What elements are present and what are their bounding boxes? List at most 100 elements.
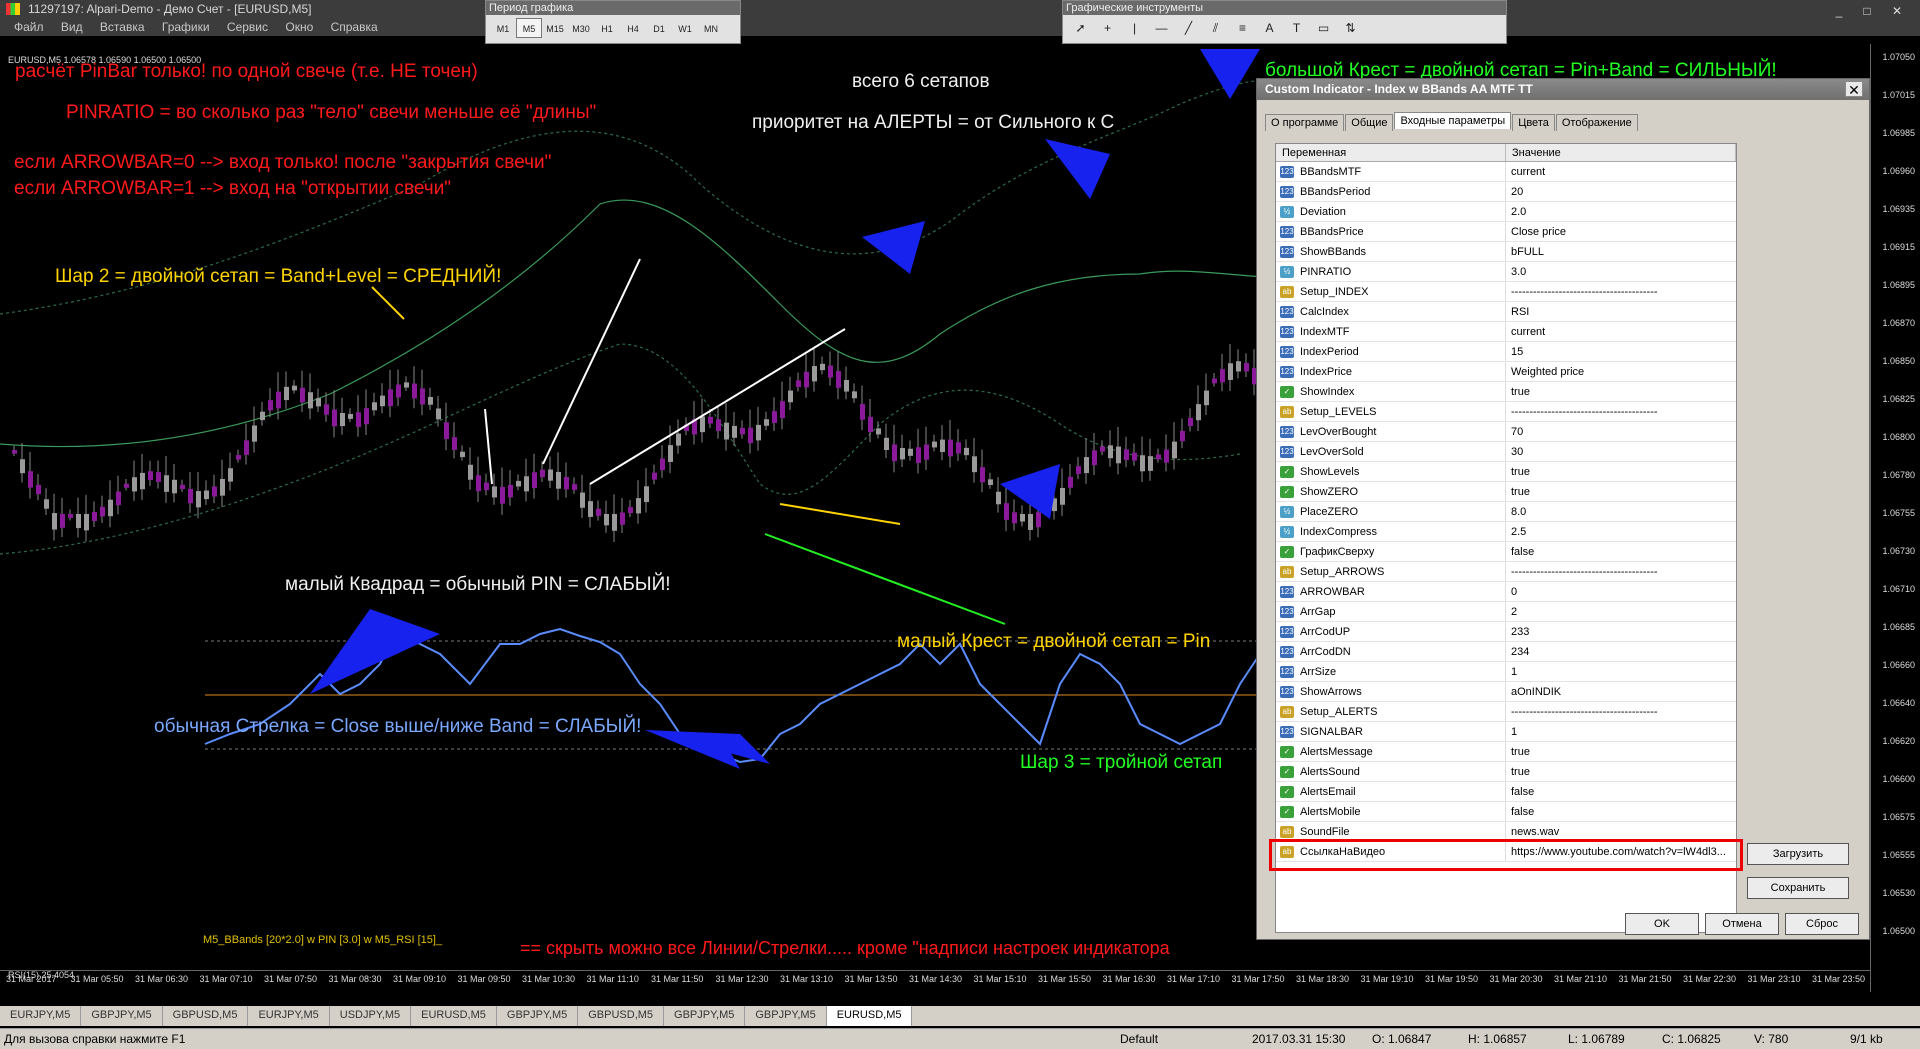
chart-tab[interactable]: EURJPY,M5: [0, 1006, 82, 1026]
crosshair-icon[interactable]: +: [1094, 18, 1121, 38]
param-row[interactable]: ab Setup_INDEX ---------------------------…: [1276, 282, 1736, 302]
menu-file[interactable]: Файл: [14, 20, 44, 34]
param-row[interactable]: 123 LevOverBought 70: [1276, 422, 1736, 442]
param-value[interactable]: bFULL: [1506, 242, 1736, 261]
param-value[interactable]: RSI: [1506, 302, 1736, 321]
param-value[interactable]: ----------------------------------------: [1506, 562, 1736, 581]
param-row[interactable]: 123 ArrCodDN 234: [1276, 642, 1736, 662]
close-icon[interactable]: ✕: [1886, 4, 1908, 18]
vline-icon[interactable]: |: [1121, 18, 1148, 38]
param-value[interactable]: 30: [1506, 442, 1736, 461]
param-value[interactable]: ----------------------------------------: [1506, 402, 1736, 421]
param-value[interactable]: true: [1506, 462, 1736, 481]
param-row[interactable]: 123 ShowArrows aOnINDIK: [1276, 682, 1736, 702]
chart-tab[interactable]: GBPJPY,M5: [497, 1006, 579, 1026]
param-row[interactable]: ✓ AlertsSound true: [1276, 762, 1736, 782]
param-value[interactable]: false: [1506, 542, 1736, 561]
param-row[interactable]: ½ PINRATIO 3.0: [1276, 262, 1736, 282]
param-value[interactable]: 8.0: [1506, 502, 1736, 521]
param-row[interactable]: ✓ ShowZERO true: [1276, 482, 1736, 502]
param-value[interactable]: true: [1506, 762, 1736, 781]
param-row[interactable]: ab Setup_ARROWS --------------------------…: [1276, 562, 1736, 582]
param-row[interactable]: ✓ ГрафикСверху false: [1276, 542, 1736, 562]
param-row[interactable]: 123 IndexMTF current: [1276, 322, 1736, 342]
tab-colors[interactable]: Цвета: [1512, 114, 1555, 131]
arrow-icon[interactable]: ⇅: [1337, 18, 1364, 38]
period-h4-button[interactable]: H4: [620, 18, 646, 38]
param-value[interactable]: 0: [1506, 582, 1736, 601]
save-button[interactable]: Сохранить: [1747, 877, 1849, 899]
param-row[interactable]: 123 ArrGap 2: [1276, 602, 1736, 622]
tab-common[interactable]: Общие: [1345, 114, 1394, 131]
param-row[interactable]: ab Setup_ALERTS --------------------------…: [1276, 702, 1736, 722]
param-row[interactable]: 123 LevOverSold 30: [1276, 442, 1736, 462]
pointer-icon[interactable]: ➚: [1067, 18, 1094, 38]
cancel-button[interactable]: Отмена: [1705, 913, 1779, 935]
period-w1-button[interactable]: W1: [672, 18, 698, 38]
param-row[interactable]: 123 IndexPrice Weighted price: [1276, 362, 1736, 382]
param-value[interactable]: aOnINDIK: [1506, 682, 1736, 701]
param-value[interactable]: 234: [1506, 642, 1736, 661]
param-row[interactable]: ½ Deviation 2.0: [1276, 202, 1736, 222]
menu-window[interactable]: Окно: [285, 20, 313, 34]
trendline-icon[interactable]: ╱: [1175, 18, 1202, 38]
chart-tab[interactable]: GBPUSD,M5: [578, 1006, 665, 1026]
period-m1-button[interactable]: M1: [490, 18, 516, 38]
param-row[interactable]: ✓ AlertsEmail false: [1276, 782, 1736, 802]
param-value[interactable]: current: [1506, 322, 1736, 341]
chart-tab[interactable]: GBPJPY,M5: [664, 1006, 746, 1026]
param-value[interactable]: 70: [1506, 422, 1736, 441]
param-value[interactable]: true: [1506, 742, 1736, 761]
param-row[interactable]: 123 ARROWBAR 0: [1276, 582, 1736, 602]
chart-tab[interactable]: USDJPY,M5: [330, 1006, 412, 1026]
param-value[interactable]: 2: [1506, 602, 1736, 621]
param-value[interactable]: ----------------------------------------: [1506, 282, 1736, 301]
param-value[interactable]: Weighted price: [1506, 362, 1736, 381]
minimize-icon[interactable]: _: [1828, 4, 1850, 18]
chart-tab[interactable]: EURUSD,M5: [826, 1006, 913, 1026]
period-d1-button[interactable]: D1: [646, 18, 672, 38]
menu-tools[interactable]: Сервис: [227, 20, 268, 34]
maximize-icon[interactable]: □: [1856, 4, 1878, 18]
param-row[interactable]: 123 ArrCodUP 233: [1276, 622, 1736, 642]
param-row[interactable]: 123 BBandsPeriod 20: [1276, 182, 1736, 202]
param-value[interactable]: true: [1506, 482, 1736, 501]
param-value[interactable]: 1: [1506, 662, 1736, 681]
param-row[interactable]: 123 SIGNALBAR 1: [1276, 722, 1736, 742]
period-h1-button[interactable]: H1: [594, 18, 620, 38]
param-value[interactable]: true: [1506, 382, 1736, 401]
tab-about[interactable]: О программе: [1265, 114, 1345, 131]
fibo-icon[interactable]: ≡: [1229, 18, 1256, 38]
param-row[interactable]: ✓ ShowIndex true: [1276, 382, 1736, 402]
rectangle-icon[interactable]: ▭: [1310, 18, 1337, 38]
ok-button[interactable]: OK: [1625, 913, 1699, 935]
tab-visualization[interactable]: Отображение: [1555, 114, 1638, 131]
dialog-close-icon[interactable]: ✕: [1845, 81, 1863, 98]
param-value[interactable]: 20: [1506, 182, 1736, 201]
param-value[interactable]: current: [1506, 162, 1736, 181]
period-m5-button[interactable]: M5: [516, 18, 542, 38]
param-row[interactable]: ab Setup_LEVELS --------------------------…: [1276, 402, 1736, 422]
param-value[interactable]: 15: [1506, 342, 1736, 361]
chart-tab[interactable]: GBPJPY,M5: [745, 1006, 827, 1026]
param-row[interactable]: 123 ArrSize 1: [1276, 662, 1736, 682]
period-mn-button[interactable]: MN: [698, 18, 724, 38]
menu-help[interactable]: Справка: [331, 20, 378, 34]
label-icon[interactable]: T: [1283, 18, 1310, 38]
param-row[interactable]: ✓ AlertsMessage true: [1276, 742, 1736, 762]
param-value[interactable]: 3.0: [1506, 262, 1736, 281]
param-value[interactable]: ----------------------------------------: [1506, 702, 1736, 721]
param-row[interactable]: 123 CalcIndex RSI: [1276, 302, 1736, 322]
param-value[interactable]: 2.0: [1506, 202, 1736, 221]
menu-charts[interactable]: Графики: [162, 20, 210, 34]
param-row[interactable]: ✓ ShowLevels true: [1276, 462, 1736, 482]
menu-view[interactable]: Вид: [61, 20, 83, 34]
param-row[interactable]: ½ IndexCompress 2.5: [1276, 522, 1736, 542]
tab-inputs[interactable]: Входные параметры: [1394, 112, 1512, 129]
param-value[interactable]: false: [1506, 782, 1736, 801]
period-m30-button[interactable]: M30: [568, 18, 594, 38]
channel-icon[interactable]: ⫽: [1202, 18, 1229, 38]
param-value[interactable]: 233: [1506, 622, 1736, 641]
param-row[interactable]: 123 ShowBBands bFULL: [1276, 242, 1736, 262]
chart-tab[interactable]: GBPUSD,M5: [163, 1006, 249, 1026]
